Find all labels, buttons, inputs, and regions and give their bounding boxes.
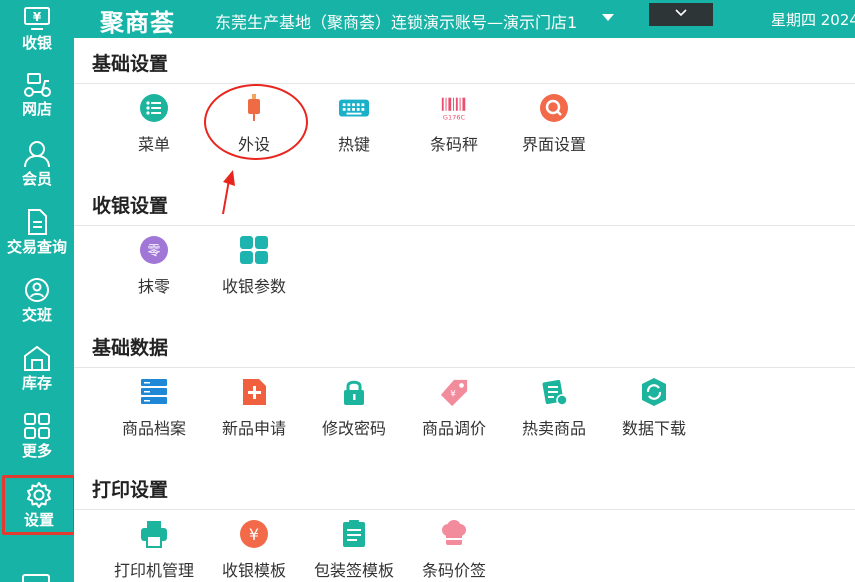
barcode-price-tag-icon [439, 519, 469, 549]
tile-label: 条码价签 [421, 561, 486, 580]
new-product-icon [239, 377, 269, 407]
sidebar-item-online-store[interactable]: 网店 [0, 72, 74, 134]
tile-label: 条码秤 [429, 135, 478, 154]
tile-hotkey[interactable]: 热键 [304, 93, 404, 159]
tile-label: 菜单 [137, 135, 170, 154]
chevron-down-icon[interactable] [602, 14, 614, 21]
interface-search-icon [539, 93, 569, 123]
sidebar: ¥ 收银 网店 会员 交易查询 交班 库存 更多 设置 [0, 0, 76, 582]
tile-cashier-params[interactable]: 收银参数 [204, 235, 304, 301]
printer-icon [139, 519, 169, 549]
tile-label: 收银模板 [221, 561, 286, 580]
datetime-display: 星期四 2024 [771, 11, 855, 29]
sidebar-item-label: 库存 [21, 374, 52, 392]
menu-list-icon [139, 93, 169, 123]
sidebar-item-label: 会员 [21, 170, 52, 188]
tile-label: 数据下载 [621, 419, 686, 438]
app-window: ¥ 收银 网店 会员 交易查询 交班 库存 更多 设置 聚商荟 东莞生产基地（聚… [0, 0, 855, 582]
section-title: 基础设置 [92, 53, 169, 75]
product-archive-icon [139, 377, 169, 407]
tile-label: 商品档案 [121, 419, 186, 438]
tile-printer-management[interactable]: 打印机管理 [104, 519, 204, 582]
tile-product-archive[interactable]: 商品档案 [104, 377, 204, 443]
annotation-circle [204, 84, 308, 160]
tile-label: 新品申请 [221, 419, 286, 438]
tile-change-password[interactable]: 修改密码 [304, 377, 404, 443]
yuan-glyph: ¥ [249, 525, 259, 544]
divider [74, 509, 855, 510]
sidebar-item-transactions[interactable]: 交易查询 [0, 208, 74, 270]
cashier-icon: ¥ [24, 7, 50, 30]
sidebar-item-label: 更多 [21, 442, 52, 460]
round-off-glyph: 零 [147, 244, 160, 259]
sidebar-item-label: 交班 [21, 306, 52, 324]
divider [74, 83, 855, 84]
lock-icon [339, 377, 369, 407]
tile-package-label-template[interactable]: 包装签模板 [304, 519, 404, 582]
delivery-scooter-icon [24, 73, 51, 97]
gear-icon [27, 482, 51, 508]
tile-label: 热卖商品 [521, 419, 586, 438]
sidebar-item-shift[interactable]: 交班 [0, 276, 74, 338]
shift-handover-icon [25, 278, 49, 302]
tile-cashier-template[interactable]: ¥ 收银模板 [204, 519, 304, 582]
section-title: 收银设置 [92, 195, 169, 217]
tile-label: 修改密码 [321, 419, 386, 438]
yuan-template-icon: ¥ [239, 519, 269, 549]
grid-icon [24, 413, 50, 439]
settings-panel: 基础设置 菜单 外设 热键 G176C 条码秤 界面设置 收银设置 零 抹零 收… [74, 38, 855, 582]
tile-menu[interactable]: 菜单 [104, 93, 204, 159]
keyboard-icon [339, 93, 369, 123]
section-title: 基础数据 [92, 337, 169, 359]
tile-interface-settings[interactable]: 界面设置 [504, 93, 604, 159]
hot-product-icon [539, 377, 569, 407]
tile-label: 界面设置 [521, 135, 586, 154]
sidebar-item-cashier[interactable]: ¥ 收银 [0, 6, 74, 68]
tile-round-off[interactable]: 零 抹零 [104, 235, 204, 301]
tile-new-product[interactable]: 新品申请 [204, 377, 304, 443]
svg-text:¥: ¥ [33, 10, 42, 24]
app-logo: 聚商荟 [100, 9, 175, 37]
section-title: 打印设置 [92, 479, 169, 501]
tile-label: 包装签模板 [313, 561, 394, 580]
tile-label: 商品调价 [421, 419, 486, 438]
sidebar-item-label: 网店 [21, 100, 52, 118]
barcode-scale-icon: G176C [439, 93, 469, 123]
round-off-icon: 零 [139, 235, 169, 265]
sidebar-item-more[interactable]: 更多 [0, 412, 74, 474]
price-tag-icon: ¥ [439, 377, 469, 407]
tile-label: 热键 [337, 135, 370, 154]
sidebar-item-member[interactable]: 会员 [0, 140, 74, 202]
tile-label: 收银参数 [221, 277, 286, 296]
tile-label: 抹零 [137, 277, 170, 296]
sidebar-item-inventory[interactable]: 库存 [0, 344, 74, 406]
divider [74, 367, 855, 368]
svg-text:¥: ¥ [450, 389, 456, 399]
package-label-icon [339, 519, 369, 549]
member-icon [24, 141, 50, 168]
sidebar-item-label: 设置 [23, 511, 54, 529]
tile-barcode-scale[interactable]: G176C 条码秤 [404, 93, 504, 159]
divider [74, 225, 855, 226]
sidebar-item-label: 收银 [21, 34, 52, 52]
sidebar-item-label: 交易查询 [6, 238, 67, 256]
top-bar: 聚商荟 东莞生产基地（聚商荟）连锁演示账号—演示门店1 星期四 2024 [74, 0, 855, 38]
warehouse-icon [24, 345, 50, 371]
cashier-params-icon [239, 235, 269, 265]
dropdown-button[interactable] [649, 3, 713, 26]
partial-nav-icon [22, 574, 50, 582]
chevron-down-icon [675, 9, 687, 17]
store-selector[interactable]: 东莞生产基地（聚商荟）连锁演示账号—演示门店1 [215, 9, 577, 33]
tile-barcode-price-tag[interactable]: 条码价签 [404, 519, 504, 582]
tile-price-adjust[interactable]: ¥ 商品调价 [404, 377, 504, 443]
data-download-icon [639, 377, 669, 407]
sidebar-item-settings[interactable]: 设置 [2, 475, 76, 535]
tile-data-download[interactable]: 数据下载 [604, 377, 704, 443]
tile-hot-product[interactable]: 热卖商品 [504, 377, 604, 443]
document-icon [28, 209, 47, 235]
tile-label: 打印机管理 [113, 561, 194, 580]
barcode-caption: G176C [443, 113, 466, 121]
annotation-arrow [222, 170, 235, 215]
